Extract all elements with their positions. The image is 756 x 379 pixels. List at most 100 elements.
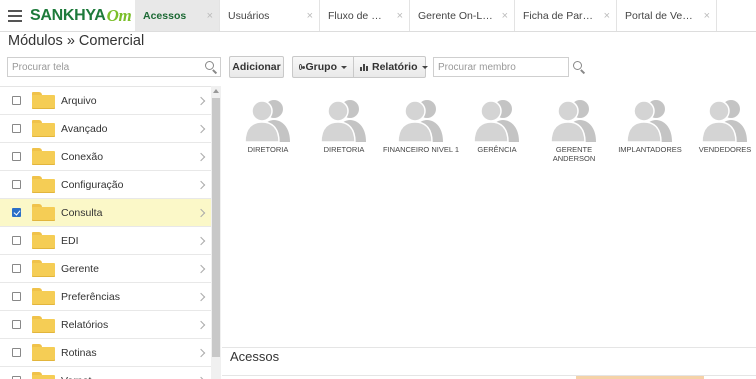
member-group[interactable]: GERÊNCIA: [458, 96, 536, 154]
screen-search-input[interactable]: [8, 58, 202, 76]
user-group-icon: [626, 100, 672, 142]
close-icon[interactable]: ×: [604, 10, 610, 22]
module-item[interactable]: Rotinas: [0, 339, 212, 367]
module-label: Configuração: [61, 178, 124, 191]
tab-label: Gerente On-Line ...: [418, 9, 494, 22]
member-group[interactable]: GERENTE ANDERSON: [535, 96, 613, 163]
checkbox[interactable]: [12, 292, 21, 301]
checkbox[interactable]: [12, 180, 21, 189]
member-search-input[interactable]: [434, 58, 570, 76]
checkbox[interactable]: [12, 152, 21, 161]
group-dropdown-button[interactable]: Grupo: [292, 56, 354, 78]
scroll-up-arrow-icon[interactable]: [213, 89, 219, 93]
chevron-right-icon[interactable]: [196, 96, 206, 105]
group-button-label: Grupo: [305, 61, 338, 73]
tab-0[interactable]: Acessos ×: [135, 0, 220, 31]
member-label: DIRETORIA: [323, 145, 365, 154]
eye-icon: [299, 64, 304, 70]
close-icon[interactable]: ×: [704, 10, 710, 22]
folder-icon: [32, 120, 55, 137]
top-bar: SANKHYAOm Acessos×Usuários×Fluxo de Caix…: [0, 0, 756, 32]
module-item[interactable]: Relatórios: [0, 311, 212, 339]
folder-icon: [32, 344, 55, 361]
module-item[interactable]: Conexão: [0, 143, 212, 171]
module-item[interactable]: Consulta: [0, 199, 212, 227]
module-item[interactable]: Preferências: [0, 283, 212, 311]
user-group-icon: [473, 100, 519, 142]
module-item[interactable]: Arquivo: [0, 87, 212, 115]
module-item[interactable]: Gerente: [0, 255, 212, 283]
chevron-right-icon[interactable]: [196, 152, 206, 161]
checkbox[interactable]: [12, 348, 21, 357]
tab-label: Usuários: [228, 9, 270, 22]
close-icon[interactable]: ×: [307, 10, 313, 22]
tab-4[interactable]: Ficha de Parceiros ×: [515, 0, 617, 31]
logo: SANKHYA Om: [30, 0, 135, 31]
folder-icon: [32, 288, 55, 305]
chevron-right-icon[interactable]: [196, 320, 206, 329]
module-label: Consulta: [61, 206, 103, 219]
tab-5[interactable]: Portal de Vendas ×: [617, 0, 717, 31]
tab-2[interactable]: Fluxo de Caixa ×: [320, 0, 410, 31]
member-label: FINANCEIRO NIVEL 1: [383, 145, 459, 154]
tab-label: Ficha de Parceiros: [523, 9, 596, 22]
chevron-right-icon[interactable]: [196, 180, 206, 189]
checkbox[interactable]: [12, 208, 21, 217]
chevron-right-icon[interactable]: [196, 208, 206, 217]
folder-icon: [32, 260, 55, 277]
module-label: Preferências: [61, 290, 120, 303]
member-group[interactable]: DIRETORIA: [229, 96, 307, 154]
menu-icon[interactable]: [0, 0, 30, 31]
module-label: EDI: [61, 234, 79, 247]
caret-down-icon: [421, 65, 428, 69]
tab-label: Fluxo de Caixa: [328, 9, 389, 22]
checkbox[interactable]: [12, 264, 21, 273]
folder-icon: [32, 204, 55, 221]
add-button-label: Adicionar: [232, 61, 281, 73]
member-label: VENDEDORES: [698, 145, 752, 154]
tab-1[interactable]: Usuários ×: [220, 0, 320, 31]
module-item[interactable]: Avançado: [0, 115, 212, 143]
user-group-icon: [244, 100, 290, 142]
member-group[interactable]: FINANCEIRO NIVEL 1: [382, 96, 460, 154]
bar-chart-icon: [360, 63, 368, 71]
chevron-right-icon[interactable]: [196, 292, 206, 301]
tab-3[interactable]: Gerente On-Line ... ×: [410, 0, 515, 31]
module-item[interactable]: Vernet: [0, 367, 212, 379]
member-label: DIRETORIA: [247, 145, 289, 154]
checkbox[interactable]: [12, 236, 21, 245]
module-label: Gerente: [61, 262, 99, 275]
close-icon[interactable]: ×: [397, 10, 403, 22]
member-group[interactable]: VENDEDORES: [686, 96, 756, 154]
member-group[interactable]: DIRETORIA: [305, 96, 383, 154]
close-icon[interactable]: ×: [207, 10, 213, 22]
folder-icon: [32, 316, 55, 333]
report-button-label: Relatório: [372, 61, 418, 73]
chevron-right-icon[interactable]: [196, 264, 206, 273]
module-label: Vernet: [61, 375, 198, 379]
member-group[interactable]: IMPLANTADORES: [611, 96, 689, 154]
search-icon[interactable]: [202, 58, 220, 76]
tab-label: Acessos: [143, 9, 187, 22]
module-label: Rotinas: [61, 346, 97, 359]
module-item[interactable]: EDI: [0, 227, 212, 255]
module-list-scrollbar[interactable]: [211, 86, 221, 379]
module-item[interactable]: Configuração: [0, 171, 212, 199]
add-button[interactable]: Adicionar: [229, 56, 284, 78]
folder-icon: [32, 92, 55, 109]
member-label: GERÊNCIA: [477, 145, 517, 154]
chevron-right-icon[interactable]: [196, 124, 206, 133]
tab-bar: Acessos×Usuários×Fluxo de Caixa×Gerente …: [135, 0, 756, 31]
module-label: Avançado: [61, 122, 108, 135]
report-dropdown-button[interactable]: Relatório: [353, 56, 428, 78]
user-group-icon: [701, 100, 747, 142]
scrollbar-thumb[interactable]: [212, 98, 220, 357]
checkbox[interactable]: [12, 96, 21, 105]
chevron-right-icon[interactable]: [196, 348, 206, 357]
member-search: [433, 57, 582, 77]
checkbox[interactable]: [12, 320, 21, 329]
checkbox[interactable]: [12, 124, 21, 133]
chevron-right-icon[interactable]: [196, 236, 206, 245]
close-icon[interactable]: ×: [502, 10, 508, 22]
logo-text: SANKHYA: [30, 6, 106, 24]
